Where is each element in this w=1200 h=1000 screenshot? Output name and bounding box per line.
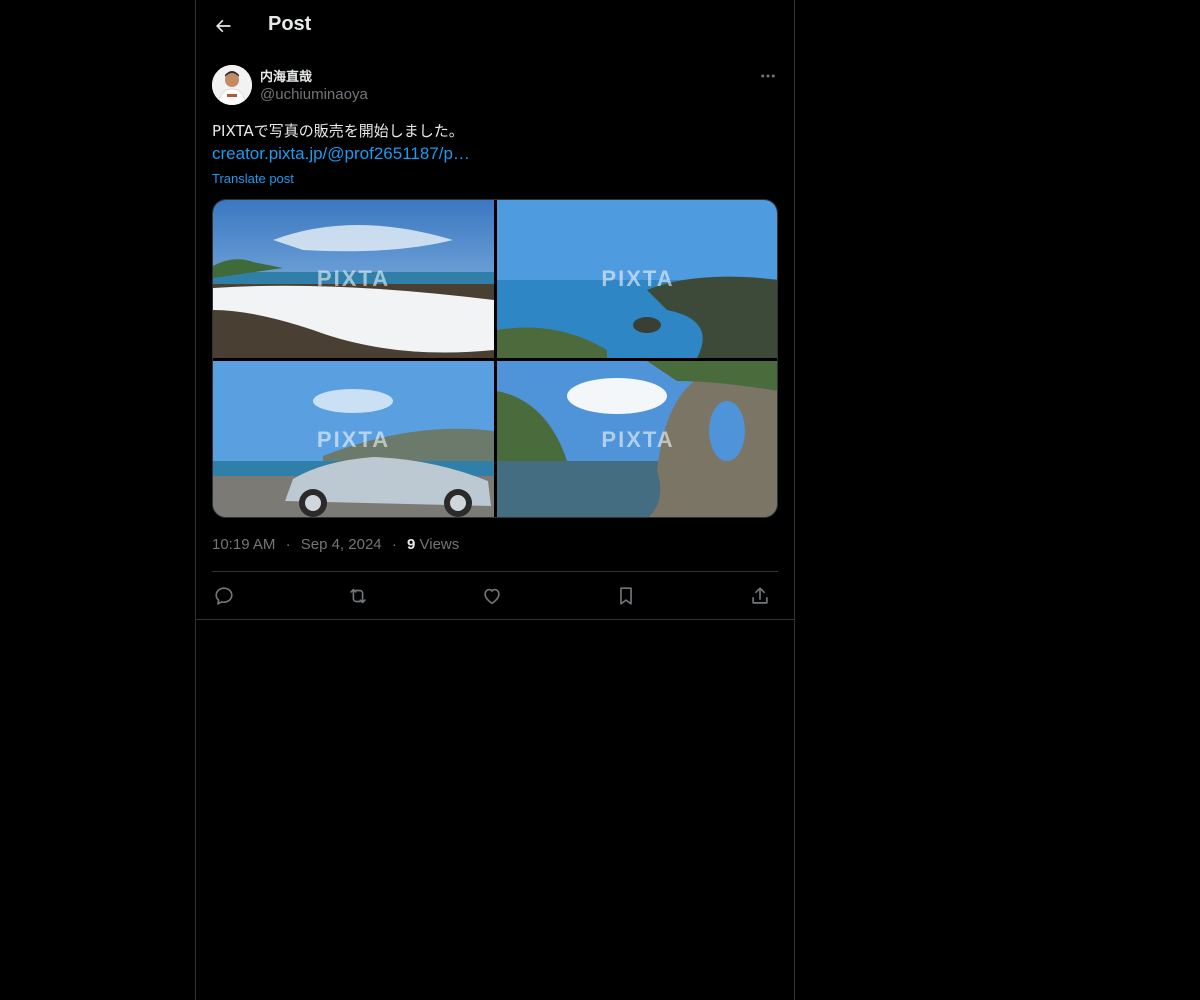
- back-button[interactable]: [206, 9, 240, 43]
- meta-separator: ·: [391, 536, 397, 553]
- post-link[interactable]: creator.pixta.jp/@prof2651187/p…: [212, 144, 470, 164]
- watermark: PIXTA: [601, 427, 675, 452]
- repost-button[interactable]: [346, 584, 370, 608]
- author-display-name[interactable]: 内海直哉: [260, 66, 312, 85]
- page-title: Post: [268, 13, 312, 35]
- more-options-button[interactable]: [756, 64, 780, 88]
- more-horizontal-icon: [761, 74, 775, 78]
- views-count: 9: [406, 536, 416, 553]
- watermark: PIXTA: [316, 266, 391, 291]
- share-button[interactable]: [748, 584, 772, 608]
- post-text: PIXTAで写真の販売を開始しました。: [212, 122, 464, 140]
- repost-icon: [350, 588, 366, 604]
- post-time[interactable]: 10:19 AM: [212, 536, 275, 553]
- post-bottom-border: [196, 619, 794, 620]
- views-label: Views: [419, 536, 460, 553]
- bookmark-button[interactable]: [614, 584, 638, 608]
- media-image-rock-arch[interactable]: PIXTA: [497, 361, 777, 517]
- like-button[interactable]: [480, 584, 504, 608]
- divider: [212, 571, 778, 572]
- bookmark-icon: [620, 587, 632, 605]
- media-image-coast[interactable]: PIXTA: [497, 200, 777, 358]
- media-image-beach[interactable]: PIXTA: [213, 200, 494, 358]
- heart-icon: [484, 588, 500, 605]
- top-bar: Post: [196, 0, 794, 53]
- action-bar: [212, 584, 778, 608]
- media-image-car[interactable]: PIXTA: [213, 361, 494, 517]
- share-icon: [752, 587, 768, 604]
- reply-button[interactable]: [212, 584, 236, 608]
- media-grid: PIXTA PIXTA PIXTA PIXTA: [212, 199, 778, 518]
- post-meta: 10:19 AM · Sep 4, 2024 · 9 Views: [212, 536, 459, 553]
- translate-post-button[interactable]: Translate post: [212, 171, 294, 186]
- watermark: PIXTA: [316, 427, 391, 452]
- meta-separator: ·: [285, 536, 291, 553]
- post-date[interactable]: Sep 4, 2024: [301, 536, 382, 553]
- arrow-left-icon: [216, 19, 231, 33]
- author-handle[interactable]: @uchiuminaoya: [260, 86, 368, 103]
- watermark: PIXTA: [601, 266, 675, 291]
- post-column: Post 内海直哉 @uchiuminaoya PIXTAで写真の販売を開始しま…: [195, 0, 795, 1000]
- reply-icon: [215, 587, 233, 605]
- avatar[interactable]: [212, 65, 252, 105]
